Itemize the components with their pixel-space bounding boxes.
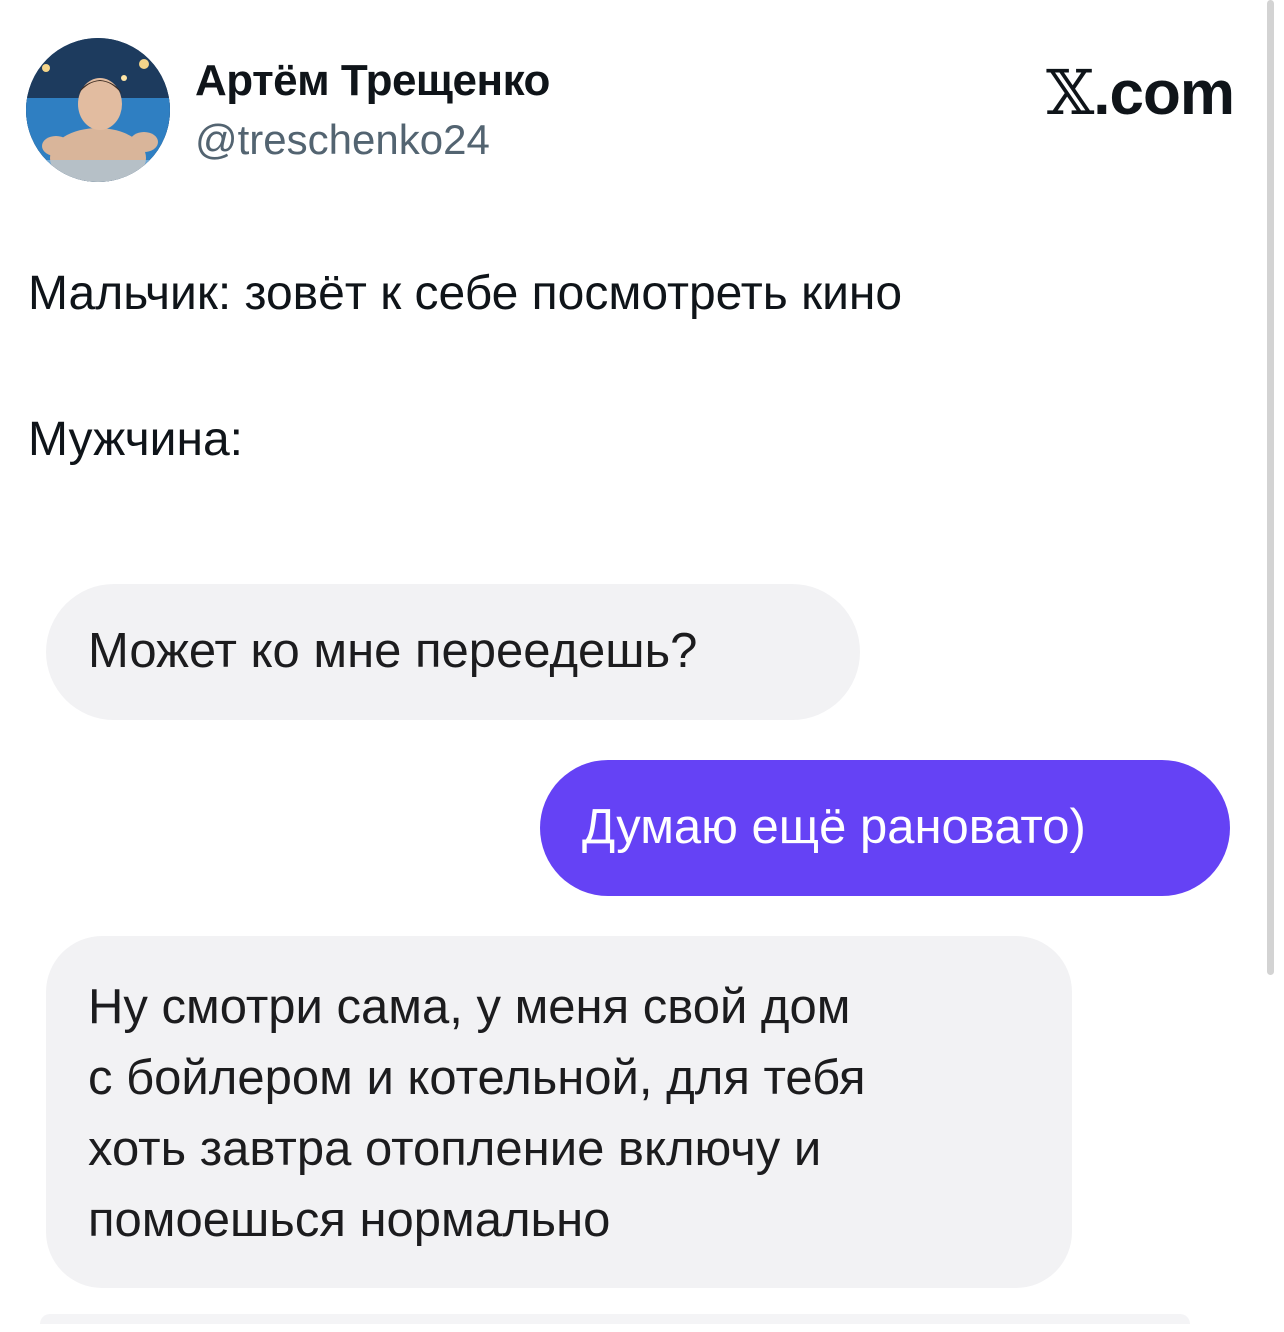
author-handle[interactable]: @treschenko24 bbox=[195, 116, 490, 164]
next-message-bubble-edge bbox=[40, 1314, 1190, 1324]
outgoing-message-bubble: Думаю ещё рановато) bbox=[540, 760, 1230, 896]
message-text: Может ко мне переедешь? bbox=[88, 624, 698, 678]
message-text-line: помоешься нормально bbox=[88, 1193, 611, 1247]
message-text-line: с бойлером и котельной, для тебя bbox=[88, 1051, 866, 1105]
message-text: Думаю ещё рановато) bbox=[582, 800, 1086, 854]
scrollbar[interactable] bbox=[1267, 0, 1274, 975]
x-logo-icon: 𝕏 bbox=[1046, 56, 1094, 129]
tweet-text-line: Мужчина: bbox=[28, 413, 243, 466]
brand-domain: .com bbox=[1093, 59, 1235, 128]
x-com-logo: 𝕏.com bbox=[1046, 56, 1235, 129]
profile-photo-icon bbox=[26, 38, 170, 182]
author-name[interactable]: Артём Трещенко bbox=[195, 56, 550, 106]
incoming-message-bubble: Может ко мне переедешь? bbox=[46, 584, 860, 720]
message-text-line: хоть завтра отопление включу и bbox=[88, 1122, 822, 1176]
message-text-line: Ну смотри сама, у меня свой дом bbox=[88, 980, 851, 1034]
author-avatar[interactable] bbox=[26, 38, 170, 182]
tweet-text-line: Мальчик: зовёт к себе посмотреть кино bbox=[28, 267, 903, 320]
incoming-message-bubble: Ну смотри сама, у меня свой дом с бойлер… bbox=[46, 936, 1072, 1288]
